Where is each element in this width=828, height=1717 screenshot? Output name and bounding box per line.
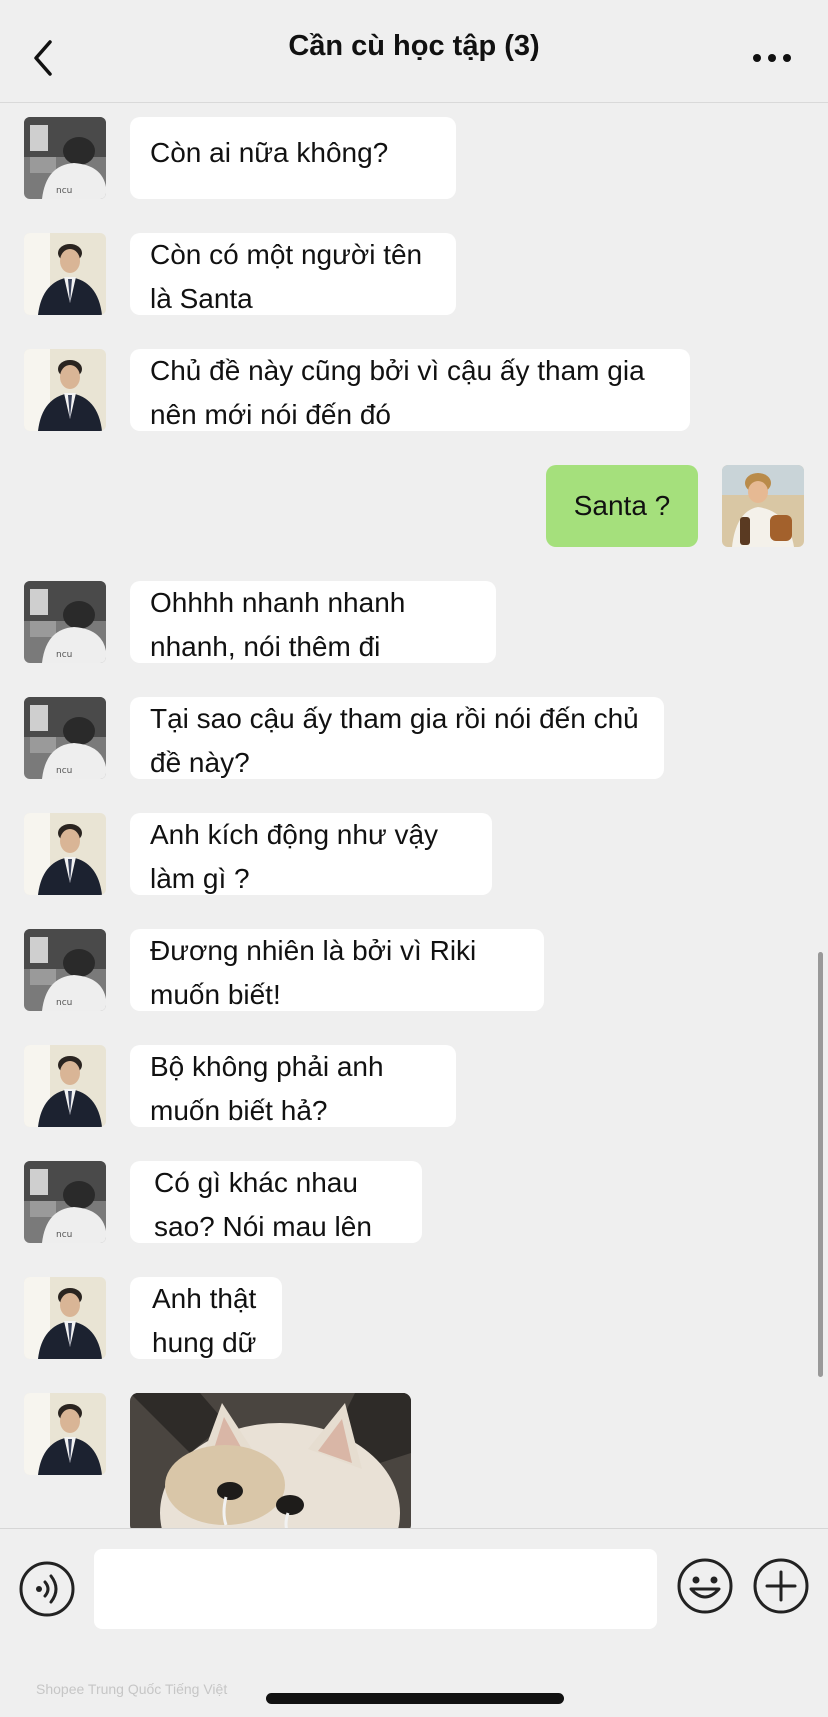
chat-title: Cần cù học tập (3) [288,30,540,62]
avatar-friend-a[interactable] [24,929,106,1011]
message-bubble[interactable]: Còn ai nữa không? [130,117,456,199]
message-bubble[interactable]: Anh thật hung dữ [130,1277,282,1359]
avatar-friend-b[interactable] [24,813,106,895]
message-bubble[interactable]: Bộ không phải anh muốn biết hả? [130,1045,456,1127]
avatar-friend-b[interactable] [24,349,106,431]
message-bubble[interactable]: Có gì khác nhau sao? Nói mau lên [130,1161,422,1243]
more-options-icon[interactable] [752,52,792,64]
watermark-text: Shopee Trung Quốc Tiếng Việt [36,1681,228,1697]
avatar-friend-b[interactable] [24,1045,106,1127]
message-input[interactable] [94,1549,657,1629]
avatar-me[interactable] [722,465,804,547]
message-bubble[interactable]: Còn có một người tên là Santa [130,233,456,315]
input-bar: Shopee Trung Quốc Tiếng Việt [0,1528,828,1717]
message-bubble[interactable]: Chủ đề này cũng bởi vì cậu ấy tham gia n… [130,349,690,431]
message-bubble[interactable]: Tại sao cậu ấy tham gia rồi nói đến chủ … [130,697,664,779]
message-list[interactable]: Còn ai nữa không? Còn có một người tên l… [0,103,828,1528]
plus-icon[interactable] [752,1557,810,1615]
avatar-friend-b[interactable] [24,1393,106,1475]
message-bubble[interactable]: Đương nhiên là bởi vì Riki muốn biết! [130,929,544,1011]
emoji-icon[interactable] [676,1557,734,1615]
message-bubble[interactable]: Anh kích động như vậy làm gì ? [130,813,492,895]
home-indicator[interactable] [266,1693,564,1704]
avatar-friend-a[interactable] [24,697,106,779]
chat-header: Cần cù học tập (3) [0,0,828,103]
avatar-friend-b[interactable] [24,233,106,315]
voice-icon[interactable] [18,1560,76,1618]
my-message-bubble[interactable]: Santa ? [546,465,698,547]
crying-cat-sticker[interactable] [130,1393,411,1528]
avatar-friend-a[interactable] [24,581,106,663]
scrollbar[interactable] [818,952,823,1377]
avatar-friend-a[interactable] [24,1161,106,1243]
message-bubble[interactable]: Ohhhh nhanh nhanh nhanh, nói thêm đi [130,581,496,663]
avatar-friend-a[interactable] [24,117,106,199]
avatar-friend-b[interactable] [24,1277,106,1359]
